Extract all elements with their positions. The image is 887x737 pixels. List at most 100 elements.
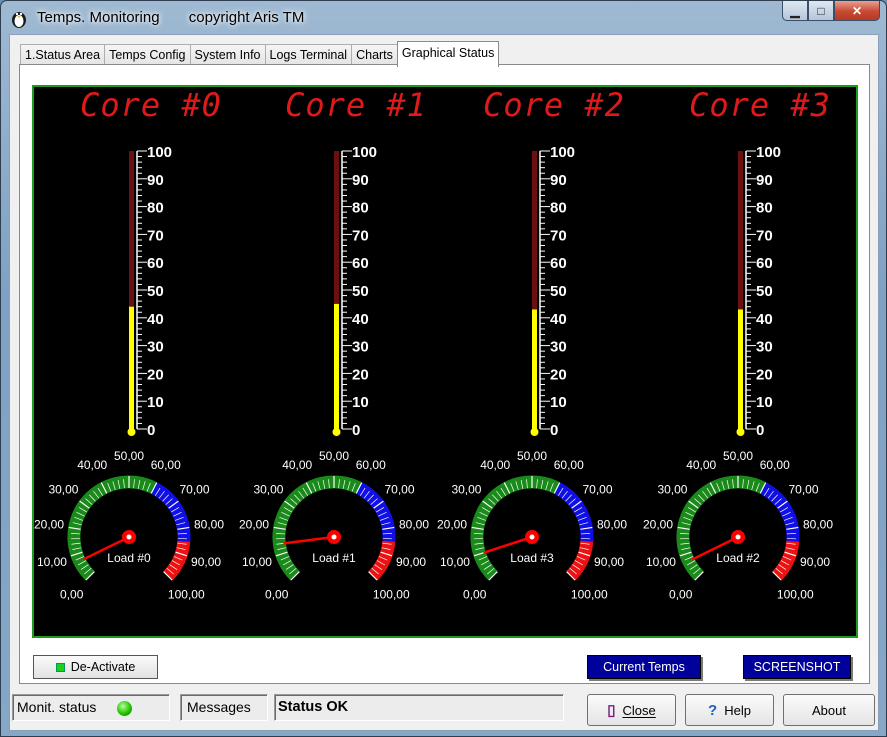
thermometer-tick-label: 0: [147, 422, 155, 439]
thermometer-tick-label: 100: [147, 144, 172, 161]
thermometer-tick-label: 70: [550, 227, 567, 244]
gauge-needle: [283, 535, 335, 545]
gauge-tick-label: 30,00: [657, 482, 687, 496]
thermometer-tick-label: 10: [147, 394, 164, 411]
core-title: Core #0: [80, 87, 222, 124]
tab-label: Graphical Status: [401, 46, 495, 60]
thermometer-tick-label: 60: [756, 255, 773, 272]
gauge-tick-label: 80,00: [597, 517, 627, 531]
tab-system-info[interactable]: System Info: [189, 44, 266, 66]
gauge-tick-label: 90,00: [594, 555, 624, 569]
gauge-tick-label: 0,00: [60, 587, 84, 601]
status-text: Status OK: [278, 699, 349, 715]
gauge-tick-label: 100,00: [168, 587, 205, 601]
monit-status-box: Monit. status: [12, 694, 170, 721]
gauge-hub-center: [126, 534, 132, 540]
gauge-tick-label: 10,00: [646, 555, 676, 569]
thermometer-tick-label: 80: [352, 200, 369, 217]
thermometer-tick-label: 80: [550, 200, 567, 217]
thermometer-empty: [738, 151, 743, 310]
gauge-tick-label: 100,00: [777, 587, 814, 601]
thermometer-tick-label: 90: [147, 172, 164, 189]
gauge-tick-label: 10,00: [242, 555, 272, 569]
thermometer-tick-label: 90: [756, 172, 773, 189]
thermometer-empty: [532, 151, 537, 310]
tab-label: System Info: [194, 48, 261, 62]
gauge-tick-label: 100,00: [571, 587, 608, 601]
thermometer-tick-label: 20: [352, 366, 369, 383]
thermometer-tick-label: 60: [550, 255, 567, 272]
gauge-label: Load #0: [107, 551, 151, 565]
tab-graphical-status[interactable]: Graphical Status: [396, 41, 500, 67]
thermometer-tick-label: 100: [756, 144, 781, 161]
thermometer-tick-label: 60: [147, 255, 164, 272]
thermometer-tick-label: 50: [352, 283, 369, 300]
thermometer-bulb: [127, 428, 136, 436]
minimize-button[interactable]: ▁: [782, 1, 808, 21]
gauge-hub-center: [529, 534, 535, 540]
tab-charts[interactable]: Charts: [351, 44, 398, 66]
about-button[interactable]: About: [783, 694, 875, 726]
gauge-label: Load #1: [312, 551, 356, 565]
maximize-button[interactable]: □: [808, 1, 834, 21]
thermometer-tick-label: 20: [147, 366, 164, 383]
thermometer-tick-label: 30: [550, 339, 567, 356]
question-mark-icon: ?: [708, 701, 718, 719]
tab-status-area[interactable]: 1.Status Area: [20, 44, 106, 66]
gauge-tick-label: 50,00: [723, 449, 753, 463]
thermometer-tick-label: 100: [352, 144, 377, 161]
gauge-tick-label: 0,00: [669, 587, 693, 601]
close-button[interactable]: ▯ Close: [587, 694, 676, 726]
thermometer-tick-label: 10: [352, 394, 369, 411]
thermometer-tick-label: 10: [550, 394, 567, 411]
close-icon: ✕: [851, 3, 863, 18]
screenshot-button[interactable]: SCREENSHOT: [743, 655, 851, 679]
gauge-tick-label: 50,00: [517, 449, 547, 463]
gauge-tick-label: 30,00: [253, 482, 283, 496]
current-temps-button[interactable]: Current Temps: [587, 655, 701, 679]
title-bar[interactable]: Temps. Monitoring copyright Aris TM ▁ □ …: [1, 1, 886, 35]
gauge-tick-label: 90,00: [396, 555, 426, 569]
thermometer-tick-label: 50: [147, 283, 164, 300]
thermometer-tick-label: 40: [756, 311, 773, 328]
deactivate-button[interactable]: De-Activate: [33, 655, 158, 679]
thermometer-tick-label: 30: [756, 339, 773, 356]
thermometer-tick-label: 40: [352, 311, 369, 328]
thermometer-empty: [129, 151, 134, 307]
core-graphics: Core #001020304050607080901000,0010,0020…: [34, 87, 833, 601]
thermometer-bulb: [736, 428, 745, 436]
tab-label: Temps Config: [109, 48, 186, 62]
gauge-tick-label: 10,00: [37, 555, 67, 569]
thermometer-tick-label: 20: [756, 366, 773, 383]
help-label: Help: [724, 702, 751, 718]
thermometer-tick-label: 0: [756, 422, 764, 439]
status-led-icon: [117, 701, 132, 716]
gauge-tick-label: 70,00: [385, 482, 415, 496]
close-label: Close: [622, 702, 656, 718]
tab-label: Charts: [356, 48, 393, 62]
gauge-tick-label: 0,00: [265, 587, 289, 601]
window-title: Temps. Monitoring copyright Aris TM: [37, 9, 305, 26]
graphical-status-panel: Core #0 0 10 20 30 40 50 60 70 80 90 100 0,00 10,00 20…: [19, 64, 870, 684]
thermometer-bulb: [332, 428, 341, 436]
gauge-tick-label: 60,00: [151, 458, 181, 472]
door-exit-icon: ▯: [607, 702, 616, 719]
tab-logs-terminal[interactable]: Logs Terminal: [264, 44, 353, 66]
gauge-tick-label: 90,00: [191, 555, 221, 569]
gauge-tick-label: 0,00: [463, 587, 487, 601]
about-label: About: [812, 702, 846, 718]
thermometer-tick-label: 70: [756, 227, 773, 244]
app-penguin-icon: [12, 12, 26, 28]
gauge-tick-label: 100,00: [373, 587, 410, 601]
gauge-tick-label: 20,00: [34, 517, 64, 531]
gauge-tick-label: 50,00: [114, 449, 144, 463]
help-button[interactable]: ? Help: [685, 694, 774, 726]
gauge-tick-label: 70,00: [180, 482, 210, 496]
thermometer-level: [334, 303, 339, 429]
thermometer-tick-label: 30: [352, 339, 369, 356]
messages-label: Messages: [187, 699, 251, 715]
tab-temps-config[interactable]: Temps Config: [104, 44, 191, 66]
gauge-tick-label: 30,00: [48, 482, 78, 496]
close-window-button[interactable]: ✕: [834, 1, 880, 21]
thermometer-tick-label: 0: [352, 422, 360, 439]
